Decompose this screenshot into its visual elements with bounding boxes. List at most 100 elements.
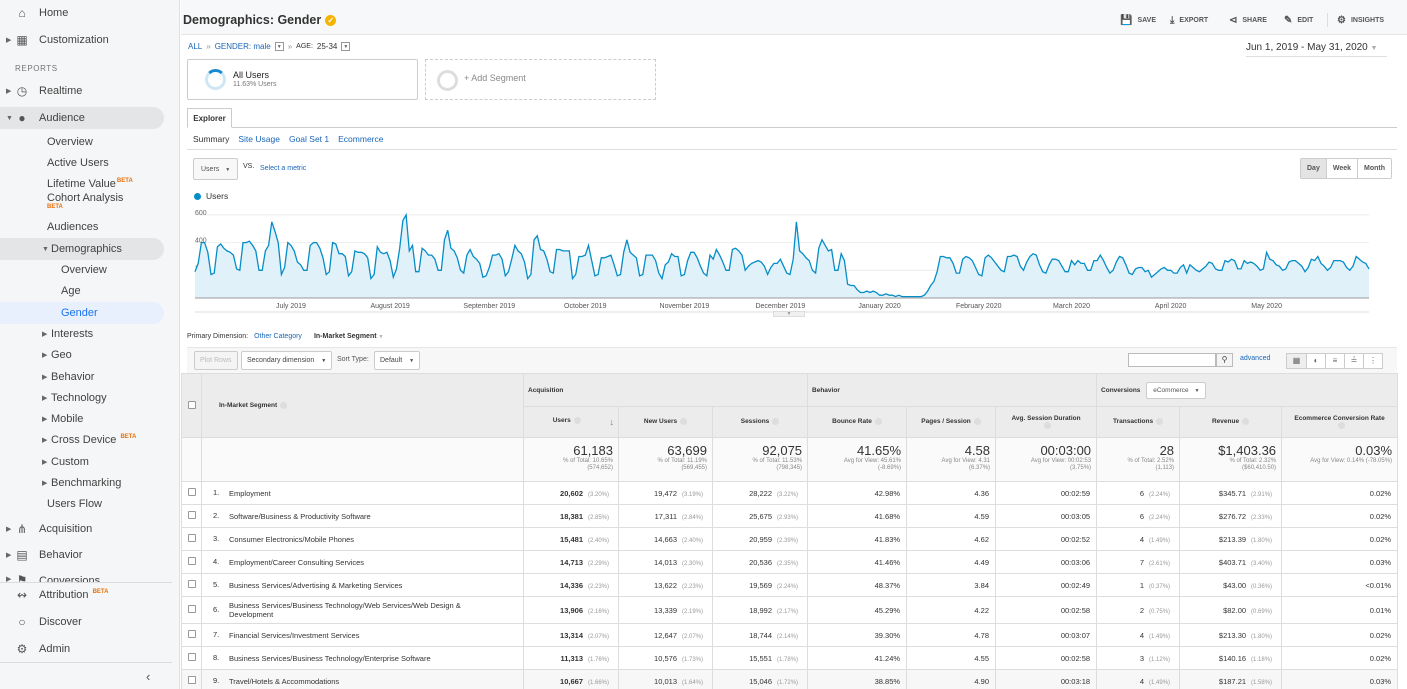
subtab-goal-set-1[interactable]: Goal Set 1	[289, 134, 329, 144]
segment-link[interactable]: Employment	[229, 489, 271, 498]
segment-link[interactable]: Consumer Electronics/Mobile Phones	[229, 535, 354, 544]
col-header-new-users[interactable]: New Users	[618, 406, 713, 438]
insights-button[interactable]: ⚙ INSIGHTS	[1337, 15, 1384, 26]
help-icon[interactable]	[1156, 418, 1164, 426]
col-header-bounce-rate[interactable]: Bounce Rate	[807, 406, 908, 438]
secondary-dimension-select[interactable]: Secondary dimension ▼	[241, 351, 333, 370]
table-row[interactable]: 9. Travel/Hotels & Accommodations 10,667 (…	[181, 669, 1399, 689]
primary-dimension-other-category[interactable]: Other Category	[254, 333, 302, 340]
chevron-down-icon[interactable]: ▼	[341, 42, 351, 51]
row-checkbox[interactable]	[187, 580, 196, 588]
col-header-users[interactable]: Users ↓	[523, 406, 619, 438]
chevron-down-icon[interactable]: ▼	[274, 42, 284, 51]
metric-select[interactable]: Users ▼	[193, 158, 238, 180]
sidebar-item-conversions[interactable]: ▶ ⚑ Conversions	[0, 572, 164, 582]
table-row[interactable]: 7. Financial Services/Investment Services…	[181, 623, 1399, 647]
sidebar-item-audiences[interactable]: Audiences	[0, 216, 164, 238]
help-icon[interactable]	[973, 418, 981, 426]
sidebar-item-cross-device[interactable]: ▶ Cross Device BETA	[0, 429, 164, 451]
subtab-site-usage[interactable]: Site Usage	[238, 134, 280, 144]
segment-link[interactable]: Software/Business & Productivity Softwar…	[229, 512, 371, 521]
granularity-day-button[interactable]: Day	[1301, 159, 1326, 178]
sidebar-item-acquisition[interactable]: ▶ ⋔ Acquisition	[0, 518, 164, 540]
table-row[interactable]: 2. Software/Business & Productivity Softw…	[181, 504, 1399, 528]
users-line-chart[interactable]: 200400600July 2019August 2019September 2…	[193, 204, 1373, 314]
performance-view-icon[interactable]: ≡	[1325, 354, 1344, 368]
subtab-ecommerce[interactable]: Ecommerce	[338, 134, 383, 144]
sidebar-item-mobile[interactable]: ▶ Mobile	[0, 408, 164, 430]
chart-collapse-handle[interactable]: ▼	[773, 311, 805, 317]
breadcrumb-gender[interactable]: GENDER: male	[215, 42, 271, 51]
help-icon[interactable]	[573, 417, 581, 424]
share-button[interactable]: ⊲ SHARE	[1229, 15, 1267, 26]
help-icon[interactable]	[1337, 421, 1345, 429]
sidebar-item-age[interactable]: Age	[0, 280, 164, 302]
sidebar-item-cohort-analysis[interactable]: Cohort Analysis BETA	[0, 192, 164, 212]
help-icon[interactable]	[772, 418, 780, 426]
sidebar-item-demographics[interactable]: ▼ Demographics	[0, 238, 164, 260]
table-search-input[interactable]	[1128, 353, 1216, 367]
date-range-picker[interactable]: Jun 1, 2019 - May 31, 2020 ▼	[1246, 42, 1387, 57]
row-checkbox[interactable]	[187, 605, 196, 613]
select-all-checkbox[interactable]	[187, 400, 196, 409]
conversions-select[interactable]: eCommerce ▼	[1146, 381, 1207, 399]
row-checkbox[interactable]	[187, 488, 196, 496]
segment-link[interactable]: Business Services/Advertising & Marketin…	[229, 581, 402, 590]
table-row[interactable]: 8. Business Services/Business Technology/…	[181, 646, 1399, 670]
segment-all-users[interactable]: All Users 11.63% Users	[187, 59, 418, 100]
segment-link[interactable]: Travel/Hotels & Accommodations	[229, 677, 339, 686]
col-header-revenue[interactable]: Revenue	[1179, 406, 1283, 438]
subtab-summary[interactable]: Summary	[193, 134, 229, 144]
segment-link[interactable]: Business Services/Business Technology/We…	[229, 601, 499, 619]
table-row[interactable]: 3. Consumer Electronics/Mobile Phones 15,…	[181, 527, 1399, 551]
table-row[interactable]: 1. Employment 20,602 (3.20%) 19,472 (3.19%)…	[181, 481, 1399, 505]
sidebar-item-demographics-overview[interactable]: Overview	[0, 259, 164, 281]
sidebar-item-customization[interactable]: ▶ ▦ Customization	[0, 29, 164, 51]
sidebar-item-gender[interactable]: Gender	[0, 302, 164, 324]
col-header-ecommerce-conversion-rate[interactable]: Ecommerce Conversion Rate	[1281, 406, 1399, 438]
sidebar-item-geo[interactable]: ▶ Geo	[0, 344, 164, 366]
sidebar-item-discover[interactable]: ○ Discover	[0, 611, 164, 633]
sidebar-item-interests[interactable]: ▶ Interests	[0, 323, 164, 345]
row-checkbox[interactable]	[187, 653, 196, 661]
sidebar-item-audience[interactable]: ▼ ● Audience	[0, 107, 164, 129]
sidebar-item-technology[interactable]: ▶ Technology	[0, 387, 164, 409]
select-metric-link[interactable]: Select a metric	[260, 165, 306, 172]
row-checkbox[interactable]	[187, 630, 196, 638]
sidebar-item-behavior[interactable]: ▶ ▤ Behavior	[0, 544, 164, 566]
row-checkbox[interactable]	[187, 676, 196, 684]
tab-explorer[interactable]: Explorer	[187, 108, 232, 128]
col-header-pages-session[interactable]: Pages / Session	[906, 406, 997, 438]
sidebar-item-benchmarking[interactable]: ▶ Benchmarking	[0, 472, 164, 494]
help-icon[interactable]	[874, 418, 882, 426]
sidebar-item-users-flow[interactable]: Users Flow	[0, 493, 164, 515]
pivot-view-icon[interactable]: ⋮	[1363, 354, 1382, 368]
primary-dimension-current[interactable]: In-Market Segment ▼	[314, 333, 384, 340]
segment-link[interactable]: Financial Services/Investment Services	[229, 631, 359, 640]
help-icon[interactable]	[1044, 421, 1052, 429]
export-button[interactable]: ⤓ EXPORT	[1170, 15, 1208, 26]
plot-rows-button[interactable]: Plot Rows	[194, 351, 238, 370]
sort-type-select[interactable]: Default ▼	[374, 351, 421, 370]
save-button[interactable]: 💾 SAVE	[1120, 15, 1156, 26]
row-checkbox[interactable]	[187, 534, 196, 542]
breadcrumb-all[interactable]: ALL	[188, 42, 202, 51]
sidebar-item-attribution[interactable]: ↭ Attribution BETA	[0, 584, 164, 606]
edit-button[interactable]: ✎ EDIT	[1284, 15, 1313, 26]
col-header-avg-session-duration[interactable]: Avg. Session Duration	[995, 406, 1098, 438]
col-header-transactions[interactable]: Transactions	[1096, 406, 1181, 438]
table-row[interactable]: 6. Business Services/Business Technology/…	[181, 596, 1399, 624]
help-icon[interactable]	[1242, 418, 1250, 426]
table-row[interactable]: 5. Business Services/Advertising & Market…	[181, 573, 1399, 597]
data-table-view-icon[interactable]: ▦	[1287, 354, 1306, 368]
sidebar-item-admin[interactable]: ⚙ Admin	[0, 638, 164, 660]
sidebar-item-custom[interactable]: ▶ Custom	[0, 451, 164, 473]
chevron-left-icon[interactable]: ‹	[146, 669, 150, 684]
row-checkbox[interactable]	[187, 557, 196, 565]
sidebar-item-home[interactable]: ⌂ Home	[0, 2, 164, 24]
pie-view-icon[interactable]: ◐	[1306, 354, 1325, 368]
row-checkbox[interactable]	[187, 511, 196, 519]
advanced-filter-link[interactable]: advanced	[1240, 355, 1270, 362]
segment-link[interactable]: Business Services/Business Technology/En…	[229, 654, 431, 663]
help-icon[interactable]	[280, 401, 288, 409]
